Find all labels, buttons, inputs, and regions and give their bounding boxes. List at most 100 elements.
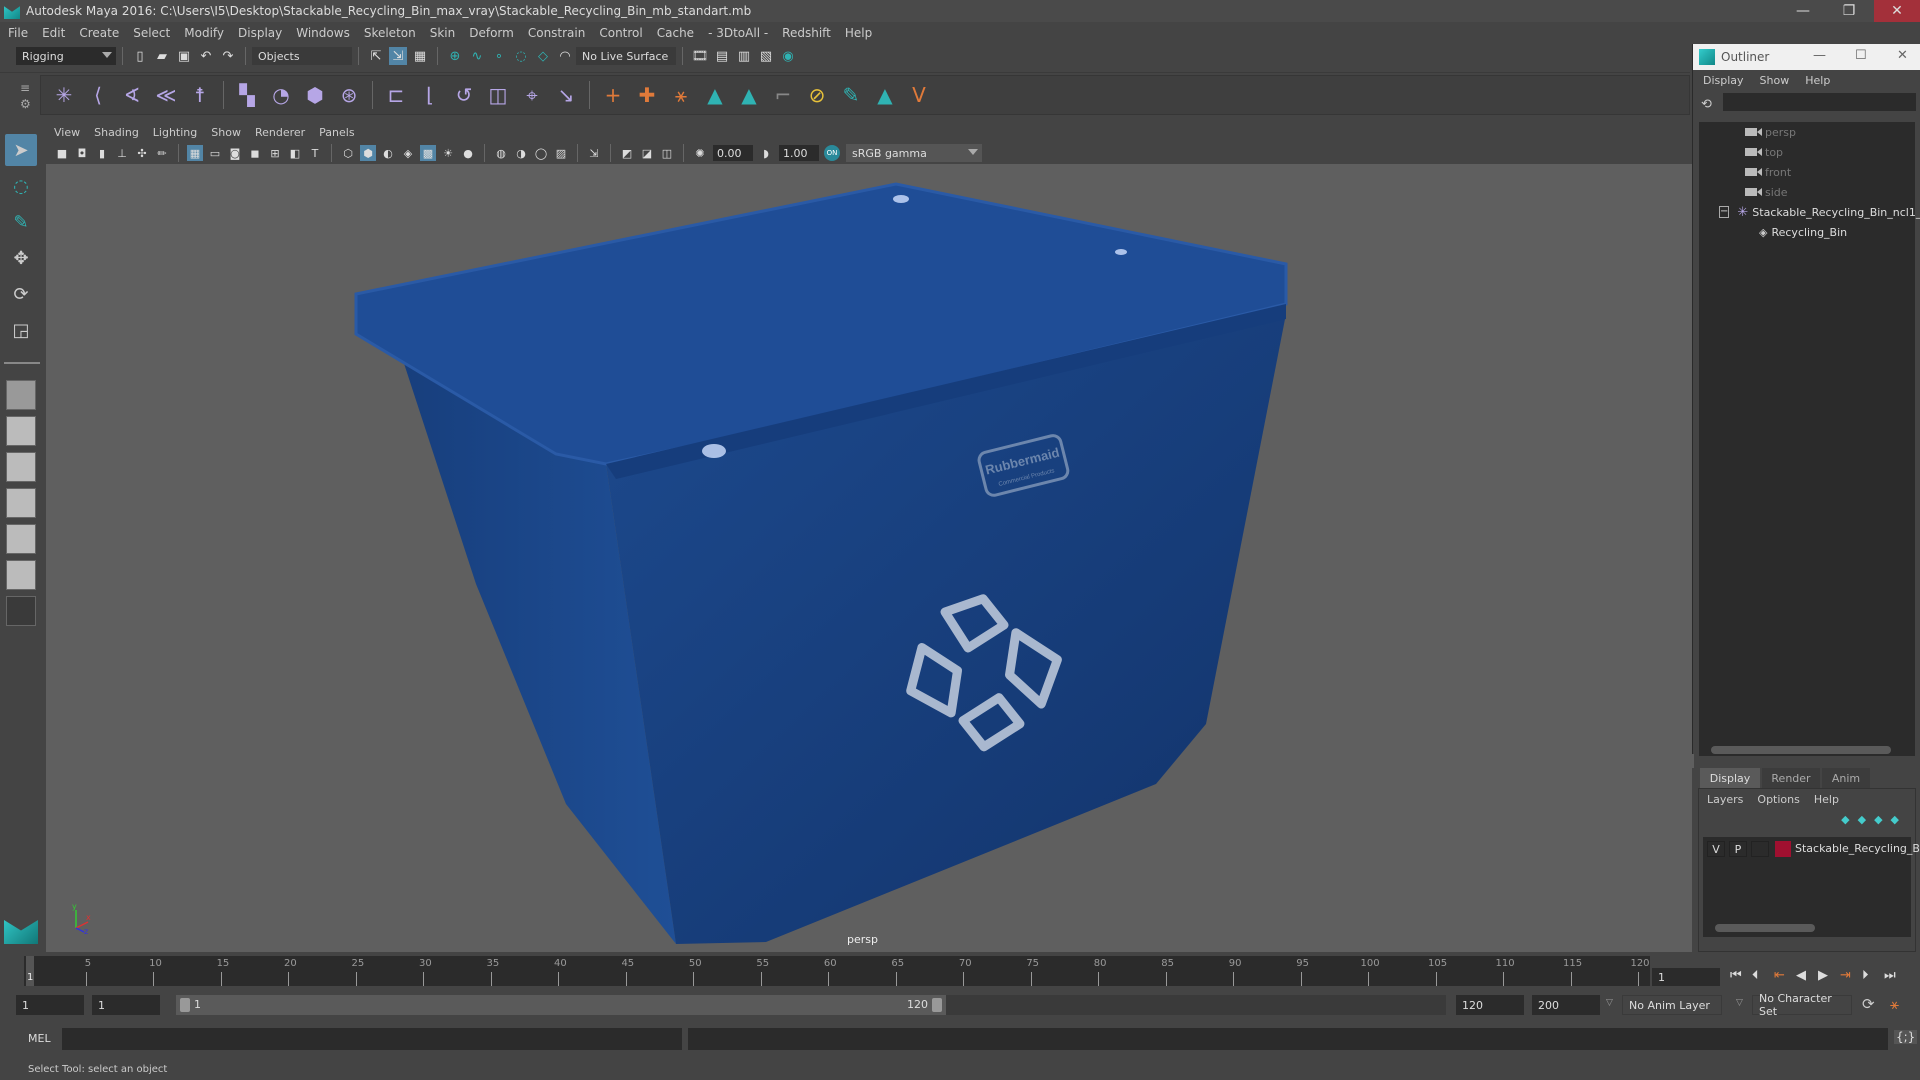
command-input[interactable] [62, 1028, 682, 1050]
hypershade-persp-layout-icon[interactable] [6, 524, 36, 554]
time-slider-track[interactable]: 1 5 10 15 20 25 30 35 40 45 50 55 60 65 70 75 80 85 90 95 1… [24, 956, 1650, 986]
layer-row[interactable]: V P Stackable_Recycling_B [1703, 837, 1920, 861]
depth-of-field-icon[interactable]: ▨ [553, 145, 569, 161]
set-key-icon[interactable]: + [598, 80, 628, 110]
cluster-icon[interactable]: ⊛ [334, 80, 364, 110]
layer-name[interactable]: Stackable_Recycling_B [1795, 842, 1920, 855]
shelf-vertex-icon[interactable]: V [904, 80, 934, 110]
motion-blur-icon[interactable]: ◑ [513, 145, 529, 161]
safe-title-icon[interactable]: T [307, 145, 323, 161]
selection-mode-dropdown[interactable]: Objects [252, 47, 352, 65]
move-layer-down-icon[interactable]: ◆ [1858, 813, 1874, 826]
menu-cache[interactable]: Cache [657, 26, 694, 40]
redo-icon[interactable]: ↷ [219, 47, 237, 65]
step-forward-key-icon[interactable]: ⇥ [1840, 968, 1851, 983]
layer-display-type-toggle[interactable] [1751, 841, 1769, 857]
close-button[interactable]: ✕ [1874, 0, 1920, 22]
layers-menu-options[interactable]: Options [1757, 793, 1799, 806]
xray-joints-icon[interactable]: ◪ [639, 145, 655, 161]
menu-display[interactable]: Display [238, 26, 282, 40]
step-back-key-icon[interactable]: ⇤ [1774, 968, 1785, 983]
animation-preferences-icon[interactable]: ⚹ [1890, 995, 1899, 1013]
resolution-gate-icon[interactable]: ◙ [227, 145, 243, 161]
default-material-icon[interactable]: ◐ [380, 145, 396, 161]
render-settings-icon[interactable]: ▧ [757, 47, 775, 65]
auto-key-icon[interactable]: ⟳ [1862, 995, 1875, 1013]
four-pane-layout-icon[interactable] [6, 416, 36, 446]
use-all-lights-icon[interactable]: ☀ [440, 145, 456, 161]
save-scene-icon[interactable]: ▣ [175, 47, 193, 65]
maya-tool-2-icon[interactable]: ▲ [734, 80, 764, 110]
gamma-icon[interactable]: ◗ [758, 145, 774, 161]
menu-3dtoall[interactable]: - 3DtoAll - [708, 26, 768, 40]
film-gate-icon[interactable]: ▭ [207, 145, 223, 161]
panel-menu-show[interactable]: Show [211, 126, 241, 139]
menu-modify[interactable]: Modify [184, 26, 224, 40]
character-set-dropdown[interactable]: No Character Set [1752, 992, 1852, 1018]
anti-aliasing-icon[interactable]: ◯ [533, 145, 549, 161]
outliner-item-group[interactable]: − ✳ Stackable_Recycling_Bin_ncl1_ [1699, 202, 1920, 222]
playback-start-field[interactable]: 1 [92, 995, 160, 1015]
lattice-icon[interactable]: ⬢ [300, 80, 330, 110]
layer-visibility-toggle[interactable]: V [1707, 841, 1725, 857]
minimize-button[interactable]: — [1780, 0, 1826, 22]
camera-select-icon[interactable]: ■ [54, 145, 70, 161]
bookmark-icon[interactable]: ▮ [94, 145, 110, 161]
undo-icon[interactable]: ↶ [197, 47, 215, 65]
snap-point-icon[interactable]: ∘ [490, 47, 508, 65]
select-object-icon[interactable]: ⇲ [389, 47, 407, 65]
hypershade-icon[interactable]: ◉ [779, 47, 797, 65]
joint-tool-icon[interactable]: ⟨ [83, 80, 113, 110]
collapse-toggle-icon[interactable]: − [1719, 206, 1730, 218]
outliner-close-icon[interactable]: ✕ [1897, 48, 1908, 63]
menu-file[interactable]: File [8, 26, 28, 40]
select-component-icon[interactable]: ▦ [411, 47, 429, 65]
range-start-handle[interactable] [180, 998, 190, 1012]
view-transform-dropdown[interactable]: sRGB gamma [846, 144, 982, 162]
outliner-item-side[interactable]: side [1699, 182, 1915, 202]
panel-menu-view[interactable]: View [54, 126, 80, 139]
gamma-field[interactable]: 1.00 [779, 145, 819, 161]
panel-menu-shading[interactable]: Shading [94, 126, 139, 139]
textured-icon[interactable]: ▩ [420, 145, 436, 161]
step-forward-frame-icon[interactable]: ⏵ [1862, 968, 1869, 983]
move-tool-icon[interactable]: ✥ [5, 242, 37, 274]
render-frame-icon[interactable]: ▤ [713, 47, 731, 65]
outliner-item-top[interactable]: top [1699, 142, 1915, 162]
command-language-label[interactable]: MEL [28, 1032, 51, 1045]
color-management-toggle-icon[interactable]: ON [824, 145, 840, 161]
xray-components-icon[interactable]: ◫ [659, 145, 675, 161]
insert-joint-icon[interactable]: ∢ [117, 80, 147, 110]
tab-anim[interactable]: Anim [1822, 768, 1870, 788]
anim-layer-dropdown[interactable]: No Anim Layer [1622, 995, 1722, 1015]
new-scene-icon[interactable]: ▯ [131, 47, 149, 65]
menu-deform[interactable]: Deform [469, 26, 514, 40]
outliner-item-front[interactable]: front [1699, 162, 1915, 182]
select-tool-icon[interactable]: ➤ [5, 134, 37, 166]
outliner-minimize-icon[interactable]: — [1813, 48, 1826, 63]
gate-mask-icon[interactable]: ◼ [247, 145, 263, 161]
menu-skin[interactable]: Skin [430, 26, 456, 40]
menu-select[interactable]: Select [133, 26, 170, 40]
outliner-menu-help[interactable]: Help [1805, 74, 1830, 87]
wireframe-on-shaded-icon[interactable]: ◈ [400, 145, 416, 161]
graph-persp-layout-icon[interactable] [6, 488, 36, 518]
ik-handle-icon[interactable]: ≪ [151, 80, 181, 110]
outliner-horizontal-scrollbar[interactable] [1699, 744, 1915, 756]
tab-display[interactable]: Display [1700, 768, 1760, 788]
scrollbar-thumb[interactable] [1715, 924, 1815, 932]
select-hierarchy-icon[interactable]: ⇱ [367, 47, 385, 65]
rotate-tool-icon[interactable]: ⟳ [5, 278, 37, 310]
animation-end-field[interactable]: 200 [1532, 995, 1600, 1015]
step-back-frame-icon[interactable]: ⏴ [1752, 968, 1759, 983]
menu-create[interactable]: Create [79, 26, 119, 40]
playback-end-field[interactable]: 120 [1456, 995, 1524, 1015]
outliner-item-persp[interactable]: persp [1699, 122, 1915, 142]
shelf-menu-icon[interactable]: ≡ [20, 81, 30, 95]
live-surface-field[interactable]: No Live Surface [576, 47, 676, 65]
panel-menu-panels[interactable]: Panels [319, 126, 354, 139]
layers-menu-layers[interactable]: Layers [1707, 793, 1743, 806]
outliner-menu-show[interactable]: Show [1760, 74, 1790, 87]
paint-select-tool-icon[interactable]: ✎ [5, 206, 37, 238]
panel-menu-lighting[interactable]: Lighting [153, 126, 197, 139]
